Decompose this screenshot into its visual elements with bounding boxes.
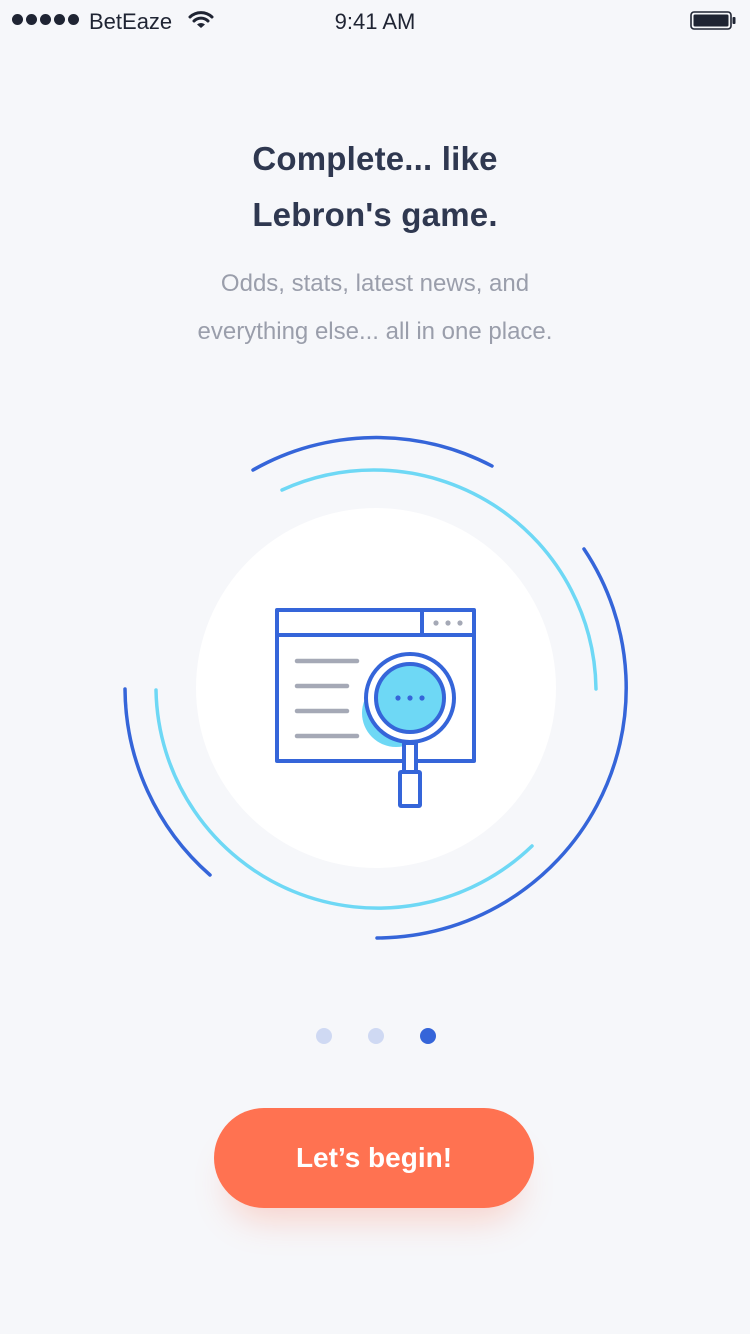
title-line-1: Complete... like [252,140,498,177]
page-subtitle: Odds, stats, latest news, and everything… [0,260,750,356]
lets-begin-button[interactable]: Let’s begin! [214,1108,534,1208]
battery-icon [690,11,736,30]
onboarding-illustration [123,435,628,940]
pagination-dot-2[interactable] [368,1028,384,1044]
page-title: Complete... like Lebron's game. [0,131,750,243]
subtitle-line-2: everything else... all in one place. [197,318,553,345]
subtitle-line-1: Odds, stats, latest news, and [220,270,530,297]
status-time: 9:41 AM [334,9,416,34]
pagination-dots [0,1028,750,1044]
pagination-dot-1[interactable] [316,1028,332,1044]
onboarding-screen: BetEaze 9:41 AM Complete... like Lebron'… [0,0,750,1334]
title-line-2: Lebron's game. [252,196,498,233]
pagination-dot-3[interactable] [420,1028,436,1044]
status-bar: BetEaze 9:41 AM [0,0,750,40]
